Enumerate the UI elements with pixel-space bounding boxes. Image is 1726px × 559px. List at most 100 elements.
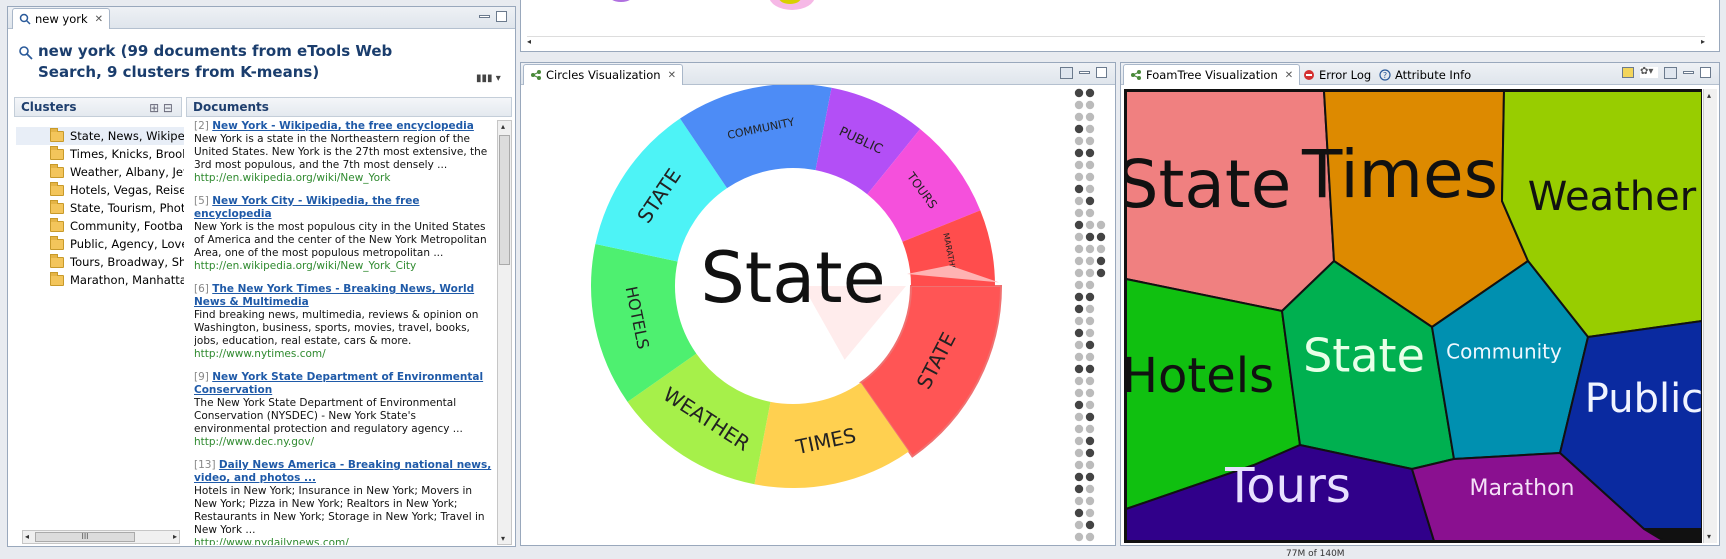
- scroll-right-icon[interactable]: ▸: [1701, 37, 1705, 46]
- foamtree-chart[interactable]: State Times WeatherHotels State CommunityPub…: [1124, 89, 1702, 543]
- document-dot[interactable]: [1074, 292, 1084, 302]
- document-dot[interactable]: [1085, 304, 1095, 314]
- scroll-up-icon[interactable]: ▴: [1707, 91, 1711, 100]
- scroll-left-icon[interactable]: ◂: [25, 532, 29, 541]
- cluster-item[interactable]: Marathon, Manhattar: [16, 271, 184, 289]
- tab-foamtree-visualization[interactable]: FoamTree Visualization ✕: [1123, 64, 1301, 85]
- tab-circles-visualization[interactable]: Circles Visualization ✕: [523, 64, 683, 85]
- doc-title-link[interactable]: Daily News America - Breaking national n…: [194, 459, 491, 484]
- tab-new-york[interactable]: new york ✕: [12, 8, 111, 29]
- document-dot[interactable]: [1074, 232, 1084, 242]
- document-dot[interactable]: [1085, 436, 1095, 446]
- cluster-item[interactable]: Tours, Broadway, Shc: [16, 253, 184, 271]
- document-dot[interactable]: [1085, 232, 1095, 242]
- document-dot[interactable]: [1096, 220, 1106, 230]
- document-dot[interactable]: [1085, 328, 1095, 338]
- doc-title-link[interactable]: New York City - Wikipedia, the free ency…: [194, 195, 420, 220]
- tab-error-log[interactable]: Error Log: [1297, 64, 1377, 85]
- close-icon[interactable]: ✕: [668, 70, 676, 81]
- document-dot[interactable]: [1074, 400, 1084, 410]
- document-dot[interactable]: [1074, 100, 1084, 110]
- document-dot[interactable]: [1074, 496, 1084, 506]
- document-dot[interactable]: [1085, 532, 1095, 542]
- document-dot[interactable]: [1085, 412, 1095, 422]
- doc-title-link[interactable]: New York - Wikipedia, the free encyclope…: [212, 120, 474, 132]
- settings-dropdown-icon[interactable]: ✿▾: [1640, 67, 1658, 78]
- document-dot[interactable]: [1085, 112, 1095, 122]
- document-dot[interactable]: [1074, 520, 1084, 530]
- clusters-hscrollbar[interactable]: ◂ III ▸: [22, 530, 180, 544]
- doc-title-link[interactable]: New York State Department of Environment…: [194, 371, 483, 396]
- document-dot[interactable]: [1096, 268, 1106, 278]
- document-dot[interactable]: [1074, 268, 1084, 278]
- scroll-right-icon[interactable]: ▸: [173, 532, 177, 541]
- expand-collapse-icons[interactable]: ⊞ ⊟: [149, 101, 173, 115]
- document-dot[interactable]: [1074, 280, 1084, 290]
- document-dot[interactable]: [1074, 532, 1084, 542]
- document-dot[interactable]: [1085, 280, 1095, 290]
- document-dot[interactable]: [1074, 460, 1084, 470]
- cluster-item[interactable]: Public, Agency, Love: [16, 235, 184, 253]
- scroll-thumb[interactable]: [499, 135, 510, 265]
- document-dot[interactable]: [1074, 112, 1084, 122]
- document-dot[interactable]: [1085, 424, 1095, 434]
- document-dot[interactable]: [1085, 520, 1095, 530]
- document-dot[interactable]: [1085, 136, 1095, 146]
- doc-title-link[interactable]: The New York Times - Breaking News, Worl…: [194, 283, 474, 308]
- document-dot[interactable]: [1074, 472, 1084, 482]
- document-dot[interactable]: [1074, 244, 1084, 254]
- maximize-button[interactable]: [1096, 67, 1107, 78]
- document-dot[interactable]: [1085, 496, 1095, 506]
- document-dot[interactable]: [1085, 460, 1095, 470]
- save-icon[interactable]: [1060, 67, 1073, 79]
- document-dot[interactable]: [1085, 160, 1095, 170]
- documents-vscrollbar[interactable]: ▴ ▾: [497, 120, 512, 545]
- document-dot[interactable]: [1074, 448, 1084, 458]
- minimize-button[interactable]: [1079, 71, 1090, 74]
- document-dot[interactable]: [1085, 340, 1095, 350]
- document-dot[interactable]: [1074, 340, 1084, 350]
- document-dot[interactable]: [1096, 244, 1106, 254]
- tab-attribute-info[interactable]: ? Attribute Info: [1373, 64, 1477, 85]
- document-dot[interactable]: [1085, 364, 1095, 374]
- document-dot[interactable]: [1074, 316, 1084, 326]
- document-dot[interactable]: [1085, 268, 1095, 278]
- cluster-item[interactable]: Times, Knicks, Brookl: [16, 145, 184, 163]
- document-dot[interactable]: [1074, 184, 1084, 194]
- scroll-down-icon[interactable]: ▾: [1707, 532, 1711, 541]
- layout-icon[interactable]: [1622, 67, 1634, 78]
- document-dot[interactable]: [1074, 208, 1084, 218]
- document-dot[interactable]: [1074, 160, 1084, 170]
- document-dot[interactable]: [1085, 388, 1095, 398]
- document-dot[interactable]: [1085, 292, 1095, 302]
- document-dot[interactable]: [1074, 256, 1084, 266]
- view-menu-button[interactable]: ▮▮▮ ▾: [476, 73, 501, 84]
- cluster-item[interactable]: Hotels, Vegas, Reisen: [16, 181, 184, 199]
- document-dot[interactable]: [1085, 352, 1095, 362]
- document-dot[interactable]: [1085, 316, 1095, 326]
- document-dot[interactable]: [1074, 352, 1084, 362]
- document-dot[interactable]: [1085, 148, 1095, 158]
- document-dot[interactable]: [1074, 412, 1084, 422]
- document-dot[interactable]: [1085, 88, 1095, 98]
- document-dot[interactable]: [1085, 184, 1095, 194]
- circles-chart[interactable]: STATETIMESWEATHERHOTELSSTATECOMMUNITY PUB…: [521, 85, 1115, 545]
- cluster-item[interactable]: Community, Football: [16, 217, 184, 235]
- scroll-thumb[interactable]: III: [35, 532, 135, 542]
- document-dot[interactable]: [1074, 196, 1084, 206]
- document-dot[interactable]: [1085, 196, 1095, 206]
- document-dot[interactable]: [1085, 100, 1095, 110]
- document-dot[interactable]: [1085, 208, 1095, 218]
- document-dot[interactable]: [1085, 448, 1095, 458]
- document-dot[interactable]: [1096, 232, 1106, 242]
- foam-vscrollbar[interactable]: ▴ ▾: [1703, 89, 1717, 543]
- document-dot[interactable]: [1074, 220, 1084, 230]
- document-dot[interactable]: [1074, 388, 1084, 398]
- document-dot[interactable]: [1085, 400, 1095, 410]
- document-dot[interactable]: [1085, 472, 1095, 482]
- save-icon[interactable]: [1664, 67, 1677, 79]
- scroll-down-icon[interactable]: ▾: [501, 534, 505, 543]
- document-dot[interactable]: [1096, 256, 1106, 266]
- document-dot[interactable]: [1085, 220, 1095, 230]
- maximize-button[interactable]: [1700, 67, 1711, 78]
